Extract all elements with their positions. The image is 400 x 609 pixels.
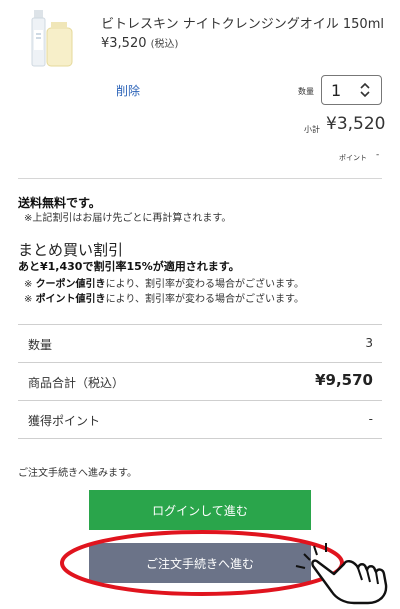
quantity-value: 1 [331, 81, 342, 100]
summary-value: 3 [365, 336, 373, 350]
summary-value: - [368, 412, 373, 426]
delete-link[interactable]: 削除 [116, 82, 140, 99]
product-bottle-icon[interactable] [28, 8, 76, 68]
product-price: ¥3,520 [101, 36, 147, 51]
chevron-up-down-icon [360, 82, 370, 98]
bulk-discount-title: まとめ買い割引 [18, 241, 124, 259]
order-summary-table: 数量 3 商品合計（税込） ¥9,570 獲得ポイント - [18, 324, 382, 439]
summary-label: 獲得ポイント [28, 414, 101, 428]
quantity-label: 数量 [298, 87, 314, 96]
quantity-select[interactable]: 1 [321, 75, 382, 105]
product-name: ビトレスキン ナイトクレンジングオイル 150ml [101, 17, 384, 32]
subtotal-value: ¥3,520 [326, 114, 386, 134]
bulk-discount-message: あと¥1,430で割引率15%が適用されます。 [18, 260, 240, 273]
coupon-discount-note: ※ クーポン値引きにより、割引率が変わる場合がございます。 [24, 279, 304, 290]
product-price-line: ¥3,520 (税込) [101, 35, 178, 51]
point-label: ポイント [339, 154, 367, 162]
product-tax-note: (税込) [150, 39, 179, 50]
divider [18, 178, 382, 179]
summary-label: 数量 [28, 338, 53, 352]
shipping-note: ※上記割引はお届け先ごとに再計算されます。 [24, 213, 232, 224]
summary-row-total: 商品合計（税込） ¥9,570 [18, 363, 382, 401]
summary-total-value: ¥9,570 [315, 371, 373, 389]
summary-label: 商品合計（税込） [28, 376, 125, 390]
checkout-button[interactable]: ご注文手続きへ進む [89, 543, 311, 583]
summary-row-quantity: 数量 3 [18, 325, 382, 363]
subtotal-label: 小計 [304, 125, 320, 134]
point-discount-note: ※ ポイント値引きにより、割引率が変わる場合がございます。 [24, 294, 304, 305]
login-button[interactable]: ログインして進む [89, 490, 311, 530]
summary-row-points: 獲得ポイント - [18, 401, 382, 439]
point-value: - [376, 150, 380, 160]
proceed-hint: ご注文手続きへ進みます。 [18, 468, 137, 479]
